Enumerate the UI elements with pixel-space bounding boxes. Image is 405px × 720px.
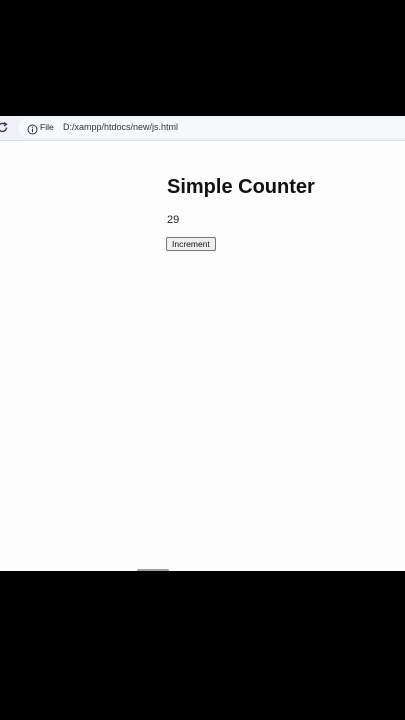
increment-button[interactable]: Increment (166, 237, 216, 251)
browser-window: File D:/xampp/htdocs/new/js.html Simple … (0, 116, 405, 571)
address-bar[interactable]: File D:/xampp/htdocs/new/js.html (18, 118, 405, 138)
page-content: Simple Counter 29 Increment (0, 141, 405, 571)
site-info-label[interactable]: File (40, 121, 54, 133)
letterbox-top (0, 0, 405, 116)
letterbox-bottom (0, 571, 405, 720)
page-title: Simple Counter (167, 176, 315, 198)
counter-value: 29 (167, 214, 180, 226)
url-text[interactable]: D:/xampp/htdocs/new/js.html (63, 121, 178, 133)
info-icon[interactable] (27, 122, 38, 135)
reload-icon[interactable] (0, 121, 9, 134)
browser-toolbar: File D:/xampp/htdocs/new/js.html (0, 116, 405, 141)
